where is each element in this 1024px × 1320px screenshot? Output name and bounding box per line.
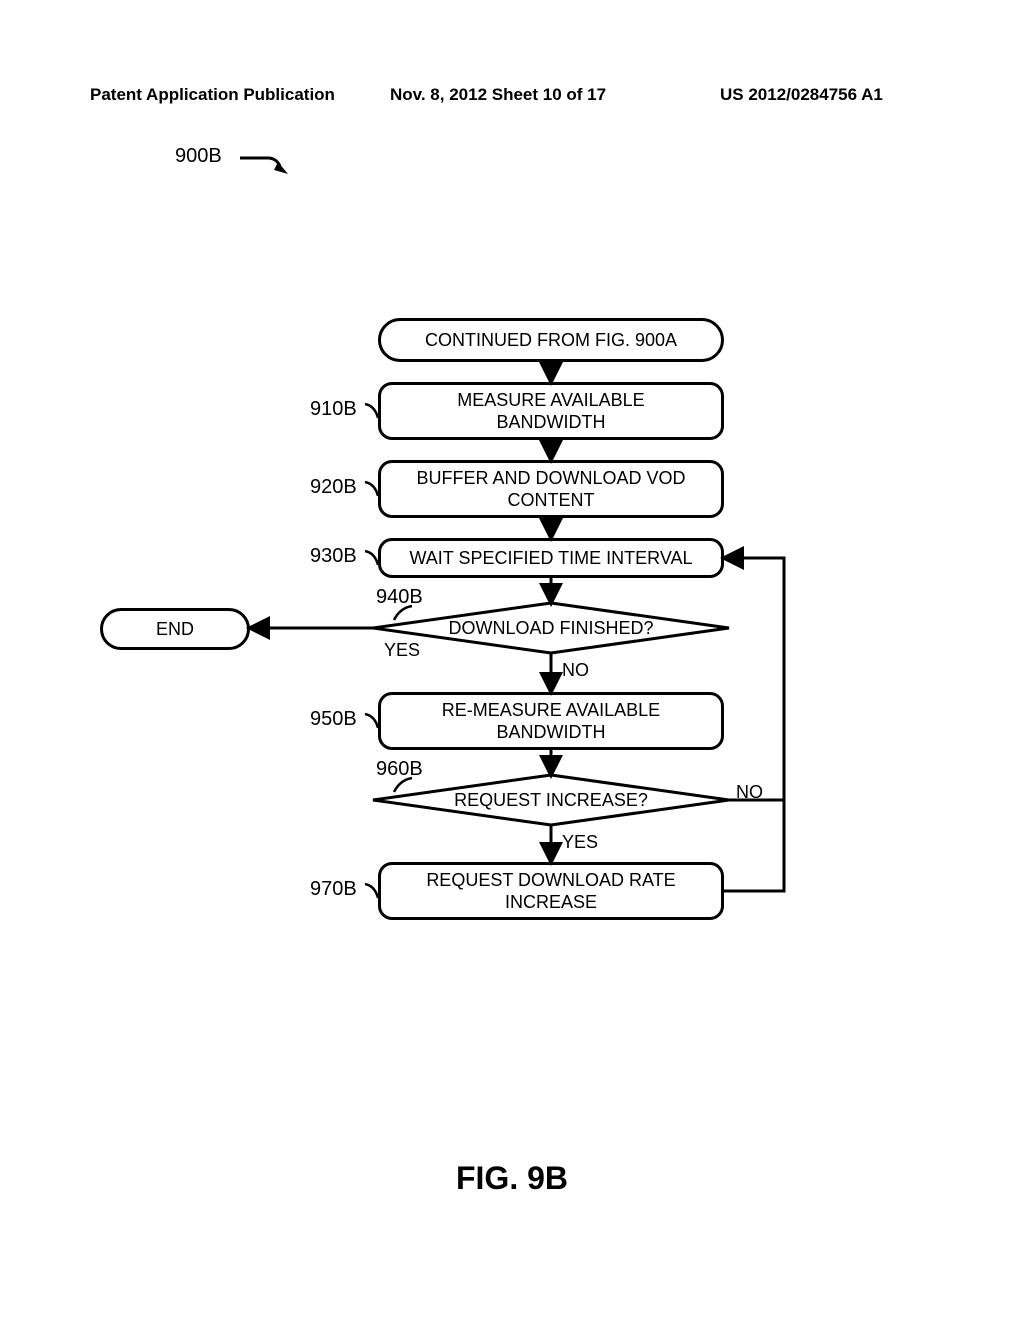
figure-reference-arrow-icon <box>238 148 298 178</box>
page-header: Patent Application Publication Nov. 8, 2… <box>90 85 934 105</box>
header-publication: Patent Application Publication <box>90 85 335 105</box>
header-date-sheet: Nov. 8, 2012 Sheet 10 of 17 <box>390 85 606 105</box>
figure-reference-number: 900B <box>175 145 222 168</box>
flow-arrows-icon <box>0 290 900 950</box>
figure-caption: FIG. 9B <box>0 1160 1024 1197</box>
header-pub-number: US 2012/0284756 A1 <box>720 85 883 105</box>
